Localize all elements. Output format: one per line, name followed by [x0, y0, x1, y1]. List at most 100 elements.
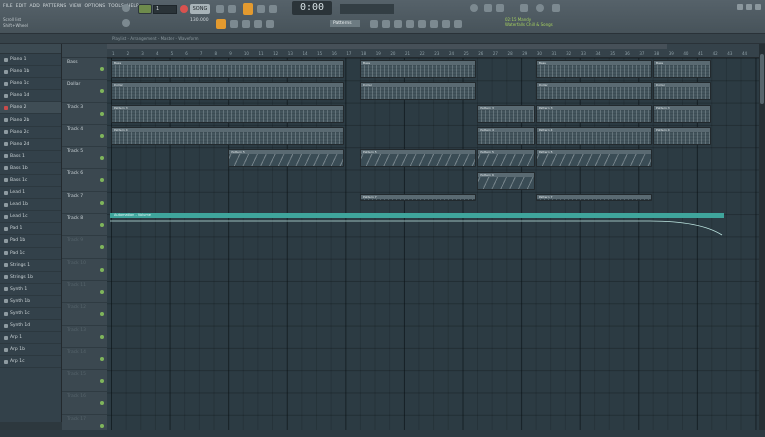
track-header[interactable]: Track 17: [62, 415, 107, 437]
menu-view[interactable]: VIEW: [69, 4, 81, 9]
track-header[interactable]: Track 16: [62, 392, 107, 415]
track-header[interactable]: Track 5: [62, 147, 107, 170]
pattern-clip[interactable]: Pattern 5: [360, 149, 477, 168]
track-header[interactable]: Track 9: [62, 236, 107, 259]
automation-clip[interactable]: Automation - Volume: [110, 213, 724, 236]
song-mode-button[interactable]: SONG: [190, 4, 210, 14]
track-header[interactable]: Track 4: [62, 125, 107, 148]
browser-item[interactable]: Arp 1: [0, 332, 61, 345]
browser-item[interactable]: Bass 1b: [0, 163, 61, 175]
browser-item[interactable]: Synth 1: [0, 284, 61, 296]
browser-item[interactable]: Synth 1b: [0, 296, 61, 308]
pattern-clip[interactable]: Pattern 4: [111, 126, 345, 145]
browser-item[interactable]: Strings 1b: [0, 272, 61, 284]
pattern-clip[interactable]: Dollar: [111, 82, 345, 101]
piano-roll-icon[interactable]: [382, 20, 390, 28]
delete-tool-icon[interactable]: [254, 20, 262, 28]
playlist-grid[interactable]: 1 2 3 4 5 6 7 8 9 10 11 12 13 14 15 16 17 18 19 20 21 22 23 24 2…: [107, 44, 765, 430]
performance-icon[interactable]: [454, 20, 462, 28]
track-mute-led[interactable]: [100, 156, 104, 161]
browser-item[interactable]: Bass 1c: [0, 175, 61, 188]
pattern-clip[interactable]: Pattern 5: [228, 149, 345, 168]
track-mute-led[interactable]: [100, 200, 104, 205]
browser-item[interactable]: Piano 1d: [0, 90, 61, 103]
track-mute-led[interactable]: [100, 89, 104, 94]
channel-rack-icon[interactable]: [394, 20, 402, 28]
pattern-clip[interactable]: Pattern 5: [477, 149, 535, 168]
browser-item[interactable]: Strings 1: [0, 260, 61, 272]
pattern-clip[interactable]: Bass: [360, 60, 477, 78]
track-mute-led[interactable]: [100, 223, 104, 228]
news-icon[interactable]: [536, 4, 544, 12]
pattern-clip[interactable]: Pattern 4: [535, 126, 653, 145]
browser-item[interactable]: Lead 1c: [0, 211, 61, 224]
track-mute-led[interactable]: [100, 401, 104, 406]
browser-item[interactable]: Piano 2b: [0, 114, 61, 127]
paint-tool-icon[interactable]: [242, 20, 250, 28]
record-icon[interactable]: [180, 5, 188, 13]
playlist-icon[interactable]: [370, 20, 378, 28]
wrench-icon[interactable]: [122, 4, 130, 12]
track-header[interactable]: Track 8: [62, 214, 107, 237]
browser-item[interactable]: Bass 1: [0, 151, 61, 163]
vertical-scrollbar-thumb[interactable]: [760, 54, 764, 104]
track-mute-led[interactable]: [100, 423, 104, 428]
timeline-ruler[interactable]: 1 2 3 4 5 6 7 8 9 10 11 12 13 14 15 16 17 18 19 20 21 22 23 24 2…: [107, 44, 765, 58]
pattern-clip[interactable]: Pattern 7: [360, 193, 477, 201]
master-volume-knob-icon[interactable]: [470, 4, 478, 12]
pattern-clip[interactable]: Bass: [653, 60, 711, 78]
browser-item[interactable]: Piano 1b: [0, 66, 61, 79]
pattern-clip[interactable]: Pattern 5: [535, 149, 653, 168]
loop-record-icon[interactable]: [257, 5, 265, 13]
browser-item[interactable]: Arp 1b: [0, 344, 61, 357]
plugin-database-icon[interactable]: [430, 20, 438, 28]
browser-item[interactable]: Piano 2: [0, 102, 61, 115]
track-mute-led[interactable]: [100, 312, 104, 317]
track-header[interactable]: Track 13: [62, 326, 107, 348]
pattern-clip[interactable]: Dollar: [653, 82, 711, 101]
close-icon[interactable]: [755, 4, 761, 10]
pattern-clip[interactable]: Pattern 4: [477, 126, 535, 145]
pattern-clip[interactable]: Pattern 7: [535, 193, 653, 201]
snap-selector[interactable]: Patterns: [330, 20, 360, 27]
cloud-icon[interactable]: [484, 4, 492, 12]
browser-item[interactable]: Piano 2c: [0, 127, 61, 139]
wait-input-icon[interactable]: [228, 5, 236, 13]
pattern-selector[interactable]: 1: [153, 5, 177, 14]
track-header[interactable]: Bass: [62, 58, 107, 81]
tempo-display[interactable]: 130.000: [190, 18, 209, 23]
track-header[interactable]: Dollar: [62, 80, 107, 103]
save-icon[interactable]: [520, 4, 528, 12]
plugin-picker-icon[interactable]: [122, 19, 130, 27]
track-mute-led[interactable]: [100, 245, 104, 250]
draw-tool-icon[interactable]: [230, 20, 238, 28]
track-header[interactable]: Track 14: [62, 348, 107, 371]
track-mute-led[interactable]: [100, 334, 104, 339]
step-edit-icon[interactable]: [269, 5, 277, 13]
browser-item[interactable]: Arp 1c: [0, 356, 61, 369]
pattern-clip[interactable]: Dollar: [360, 82, 477, 101]
track-mute-led[interactable]: [100, 379, 104, 384]
browser-icon[interactable]: [418, 20, 426, 28]
browser-item[interactable]: Piano 1c: [0, 78, 61, 91]
pattern-clip[interactable]: Dollar: [535, 82, 653, 101]
metronome-icon[interactable]: [216, 5, 224, 13]
track-header[interactable]: Track 10: [62, 259, 107, 281]
track-mute-led[interactable]: [100, 133, 104, 138]
browser-item[interactable]: Synth 1d: [0, 320, 61, 333]
pattern-clip[interactable]: Pattern 3: [477, 104, 535, 123]
horizontal-scrollbar[interactable]: [107, 44, 667, 49]
track-header[interactable]: Track 6: [62, 169, 107, 192]
mute-tool-icon[interactable]: [266, 20, 274, 28]
snap-magnet-icon[interactable]: [216, 19, 226, 29]
browser-item[interactable]: Pad 1b: [0, 235, 61, 248]
menu-add[interactable]: ADD: [29, 4, 39, 9]
maximize-icon[interactable]: [746, 4, 752, 10]
track-header[interactable]: Track 7: [62, 192, 107, 215]
countdown-icon[interactable]: [243, 3, 253, 15]
browser-item[interactable]: Piano 2d: [0, 139, 61, 151]
track-mute-led[interactable]: [100, 67, 104, 71]
browser-item[interactable]: Pad 1: [0, 223, 61, 236]
menu-options[interactable]: OPTIONS: [84, 4, 105, 9]
browser-item[interactable]: Lead 1b: [0, 199, 61, 212]
